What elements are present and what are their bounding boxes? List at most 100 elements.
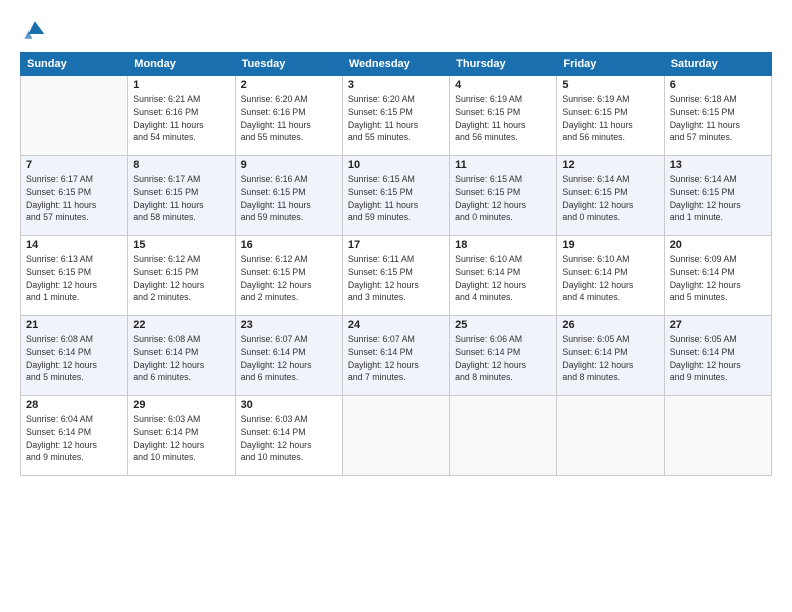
day-number: 10 <box>348 159 444 171</box>
day-header-tuesday: Tuesday <box>235 53 342 76</box>
day-info: Sunrise: 6:17 AMSunset: 6:15 PMDaylight:… <box>26 173 122 224</box>
day-number: 23 <box>241 319 337 331</box>
day-number: 28 <box>26 399 122 411</box>
calendar-table: SundayMondayTuesdayWednesdayThursdayFrid… <box>20 52 772 476</box>
day-number: 16 <box>241 239 337 251</box>
day-info: Sunrise: 6:14 AMSunset: 6:15 PMDaylight:… <box>562 173 658 224</box>
day-info: Sunrise: 6:09 AMSunset: 6:14 PMDaylight:… <box>670 253 766 304</box>
day-header-saturday: Saturday <box>664 53 771 76</box>
calendar-cell: 23 Sunrise: 6:07 AMSunset: 6:14 PMDayligh… <box>235 316 342 396</box>
calendar-cell: 24 Sunrise: 6:07 AMSunset: 6:14 PMDayligh… <box>342 316 449 396</box>
calendar-cell <box>342 396 449 476</box>
header <box>20 18 772 42</box>
calendar-cell: 9 Sunrise: 6:16 AMSunset: 6:15 PMDaylight… <box>235 156 342 236</box>
day-info: Sunrise: 6:16 AMSunset: 6:15 PMDaylight:… <box>241 173 337 224</box>
day-info: Sunrise: 6:03 AMSunset: 6:14 PMDaylight:… <box>241 413 337 464</box>
calendar-cell: 15Sunrise: 6:12 AMSunset: 6:15 PMDayligh… <box>128 236 235 316</box>
calendar-cell: 28 Sunrise: 6:04 AMSunset: 6:14 PMDayligh… <box>21 396 128 476</box>
day-number: 9 <box>241 159 337 171</box>
day-number: 19 <box>562 239 658 251</box>
calendar-cell: 19 Sunrise: 6:10 AMSunset: 6:14 PMDayligh… <box>557 236 664 316</box>
day-header-sunday: Sunday <box>21 53 128 76</box>
day-number: 8 <box>133 159 229 171</box>
calendar-cell: 27Sunrise: 6:05 AMSunset: 6:14 PMDayligh… <box>664 316 771 396</box>
day-number: 14 <box>26 239 122 251</box>
calendar-cell: 10 Sunrise: 6:15 AMSunset: 6:15 PMDayligh… <box>342 156 449 236</box>
day-info: Sunrise: 6:12 AMSunset: 6:15 PMDaylight:… <box>241 253 337 304</box>
day-number: 11 <box>455 159 551 171</box>
calendar-cell: 6 Sunrise: 6:18 AMSunset: 6:15 PMDaylight… <box>664 76 771 156</box>
day-number: 18 <box>455 239 551 251</box>
day-info: Sunrise: 6:20 AMSunset: 6:15 PMDaylight:… <box>348 93 444 144</box>
logo-icon <box>22 18 46 42</box>
calendar-cell: 17Sunrise: 6:11 AMSunset: 6:15 PMDayligh… <box>342 236 449 316</box>
day-header-friday: Friday <box>557 53 664 76</box>
day-info: Sunrise: 6:05 AMSunset: 6:14 PMDaylight:… <box>562 333 658 384</box>
calendar-week-row: 14 Sunrise: 6:13 AMSunset: 6:15 PMDayligh… <box>21 236 772 316</box>
calendar-cell: 21 Sunrise: 6:08 AMSunset: 6:14 PMDayligh… <box>21 316 128 396</box>
day-info: Sunrise: 6:03 AMSunset: 6:14 PMDaylight:… <box>133 413 229 464</box>
day-info: Sunrise: 6:18 AMSunset: 6:15 PMDaylight:… <box>670 93 766 144</box>
calendar-cell: 3 Sunrise: 6:20 AMSunset: 6:15 PMDaylight… <box>342 76 449 156</box>
day-header-wednesday: Wednesday <box>342 53 449 76</box>
day-number: 25 <box>455 319 551 331</box>
calendar-cell <box>450 396 557 476</box>
day-info: Sunrise: 6:20 AMSunset: 6:16 PMDaylight:… <box>241 93 337 144</box>
day-info: Sunrise: 6:08 AMSunset: 6:14 PMDaylight:… <box>26 333 122 384</box>
day-number: 12 <box>562 159 658 171</box>
calendar-cell: 26 Sunrise: 6:05 AMSunset: 6:14 PMDayligh… <box>557 316 664 396</box>
calendar-cell: 2 Sunrise: 6:20 AMSunset: 6:16 PMDaylight… <box>235 76 342 156</box>
day-info: Sunrise: 6:19 AMSunset: 6:15 PMDaylight:… <box>562 93 658 144</box>
day-number: 21 <box>26 319 122 331</box>
calendar-cell: 12 Sunrise: 6:14 AMSunset: 6:15 PMDayligh… <box>557 156 664 236</box>
day-info: Sunrise: 6:04 AMSunset: 6:14 PMDaylight:… <box>26 413 122 464</box>
day-info: Sunrise: 6:07 AMSunset: 6:14 PMDaylight:… <box>241 333 337 384</box>
calendar-cell: 22 Sunrise: 6:08 AMSunset: 6:14 PMDayligh… <box>128 316 235 396</box>
day-number: 20 <box>670 239 766 251</box>
calendar-cell <box>557 396 664 476</box>
day-number: 2 <box>241 79 337 91</box>
calendar-cell <box>21 76 128 156</box>
calendar-cell: 14 Sunrise: 6:13 AMSunset: 6:15 PMDayligh… <box>21 236 128 316</box>
calendar-cell: 30 Sunrise: 6:03 AMSunset: 6:14 PMDayligh… <box>235 396 342 476</box>
day-info: Sunrise: 6:11 AMSunset: 6:15 PMDaylight:… <box>348 253 444 304</box>
day-info: Sunrise: 6:14 AMSunset: 6:15 PMDaylight:… <box>670 173 766 224</box>
calendar-cell: 11 Sunrise: 6:15 AMSunset: 6:15 PMDayligh… <box>450 156 557 236</box>
calendar-cell <box>664 396 771 476</box>
day-number: 7 <box>26 159 122 171</box>
calendar-header-row: SundayMondayTuesdayWednesdayThursdayFrid… <box>21 53 772 76</box>
day-info: Sunrise: 6:15 AMSunset: 6:15 PMDaylight:… <box>455 173 551 224</box>
day-info: Sunrise: 6:10 AMSunset: 6:14 PMDaylight:… <box>562 253 658 304</box>
day-number: 1 <box>133 79 229 91</box>
day-info: Sunrise: 6:07 AMSunset: 6:14 PMDaylight:… <box>348 333 444 384</box>
day-info: Sunrise: 6:21 AMSunset: 6:16 PMDaylight:… <box>133 93 229 144</box>
day-number: 26 <box>562 319 658 331</box>
day-header-thursday: Thursday <box>450 53 557 76</box>
calendar-cell: 1 Sunrise: 6:21 AMSunset: 6:16 PMDaylight… <box>128 76 235 156</box>
calendar-week-row: 7 Sunrise: 6:17 AMSunset: 6:15 PMDaylight… <box>21 156 772 236</box>
day-number: 3 <box>348 79 444 91</box>
day-number: 13 <box>670 159 766 171</box>
calendar-cell: 8 Sunrise: 6:17 AMSunset: 6:15 PMDaylight… <box>128 156 235 236</box>
day-info: Sunrise: 6:19 AMSunset: 6:15 PMDaylight:… <box>455 93 551 144</box>
day-number: 29 <box>133 399 229 411</box>
calendar-cell: 18 Sunrise: 6:10 AMSunset: 6:14 PMDayligh… <box>450 236 557 316</box>
logo <box>20 18 46 42</box>
day-number: 22 <box>133 319 229 331</box>
day-number: 4 <box>455 79 551 91</box>
calendar-cell: 7 Sunrise: 6:17 AMSunset: 6:15 PMDaylight… <box>21 156 128 236</box>
day-number: 6 <box>670 79 766 91</box>
day-info: Sunrise: 6:15 AMSunset: 6:15 PMDaylight:… <box>348 173 444 224</box>
day-info: Sunrise: 6:08 AMSunset: 6:14 PMDaylight:… <box>133 333 229 384</box>
calendar-cell: 29 Sunrise: 6:03 AMSunset: 6:14 PMDayligh… <box>128 396 235 476</box>
day-number: 27 <box>670 319 766 331</box>
calendar-cell: 4 Sunrise: 6:19 AMSunset: 6:15 PMDaylight… <box>450 76 557 156</box>
calendar-week-row: 1 Sunrise: 6:21 AMSunset: 6:16 PMDaylight… <box>21 76 772 156</box>
day-info: Sunrise: 6:10 AMSunset: 6:14 PMDaylight:… <box>455 253 551 304</box>
day-number: 24 <box>348 319 444 331</box>
calendar-cell: 13 Sunrise: 6:14 AMSunset: 6:15 PMDayligh… <box>664 156 771 236</box>
day-info: Sunrise: 6:13 AMSunset: 6:15 PMDaylight:… <box>26 253 122 304</box>
day-number: 30 <box>241 399 337 411</box>
day-info: Sunrise: 6:17 AMSunset: 6:15 PMDaylight:… <box>133 173 229 224</box>
day-header-monday: Monday <box>128 53 235 76</box>
